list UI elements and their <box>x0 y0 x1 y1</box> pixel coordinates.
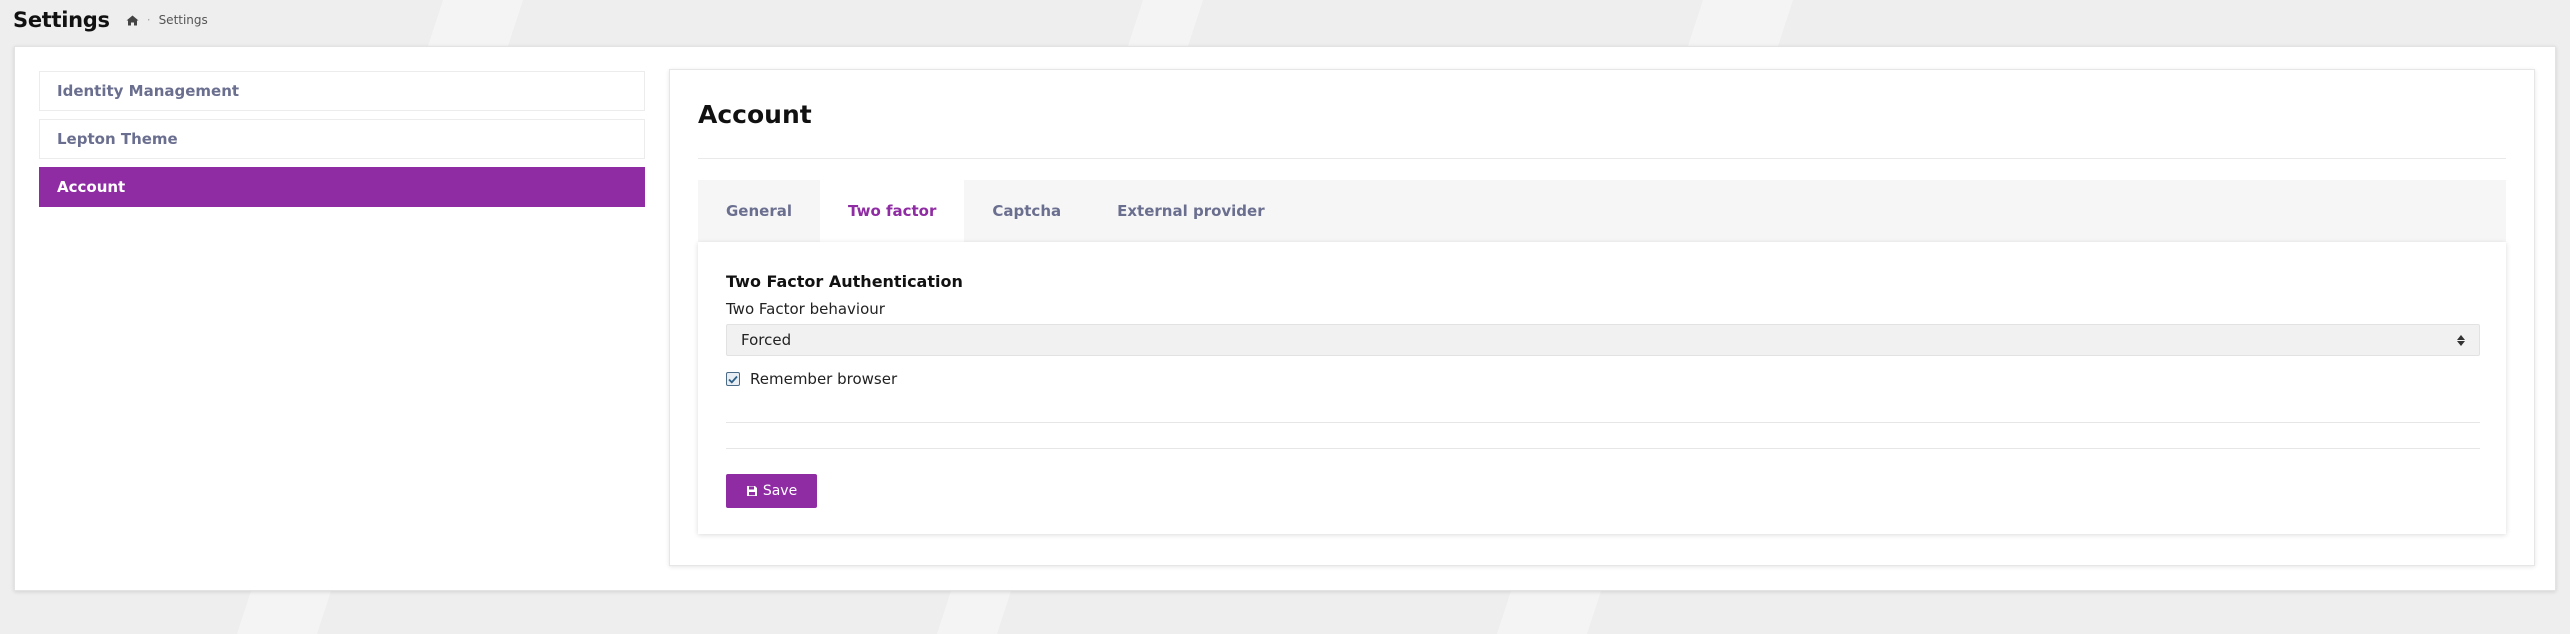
remember-browser-checkbox[interactable] <box>726 372 740 386</box>
breadcrumb-current: Settings <box>158 13 208 27</box>
tab-external-provider[interactable]: External provider <box>1089 180 1293 242</box>
tab-captcha[interactable]: Captcha <box>964 180 1089 242</box>
two-factor-behaviour-label: Two Factor behaviour <box>726 300 885 318</box>
nav-item-account[interactable]: Account <box>39 167 645 207</box>
nav-item-label: Identity Management <box>57 82 240 100</box>
save-icon <box>746 485 758 497</box>
tab-two-factor[interactable]: Two factor <box>820 180 965 242</box>
select-arrows-icon <box>2457 334 2465 346</box>
nav-item-identity-management[interactable]: Identity Management <box>39 71 645 111</box>
tabs-bar: General Two factor Captcha External prov… <box>698 180 2506 242</box>
form-divider <box>726 448 2480 449</box>
form-divider <box>726 422 2480 423</box>
title-divider <box>698 158 2506 159</box>
save-button-label: Save <box>762 483 798 499</box>
page-title: Settings <box>13 8 110 32</box>
two-factor-behaviour-select[interactable]: Forced <box>726 324 2480 356</box>
nav-item-label: Lepton Theme <box>57 130 178 148</box>
remember-browser-row: Remember browser <box>726 370 897 388</box>
settings-card: Identity Management Lepton Theme Account… <box>14 46 2556 591</box>
settings-nav: Identity Management Lepton Theme Account <box>39 71 645 215</box>
two-factor-tab-body: Two Factor Authentication Two Factor beh… <box>698 242 2506 534</box>
tab-general[interactable]: General <box>698 180 820 242</box>
breadcrumb-separator: · <box>146 13 151 27</box>
checkmark-icon <box>728 375 738 384</box>
form-heading: Two Factor Authentication <box>726 272 963 291</box>
section-title: Account <box>698 100 812 129</box>
page-header: Settings · Settings <box>0 0 2570 40</box>
nav-item-label: Account <box>57 178 126 196</box>
account-settings-panel: Account General Two factor Captcha Exter… <box>669 69 2535 566</box>
save-button[interactable]: Save <box>726 474 817 508</box>
nav-item-lepton-theme[interactable]: Lepton Theme <box>39 119 645 159</box>
remember-browser-label: Remember browser <box>750 370 898 388</box>
breadcrumb: · Settings <box>126 13 208 27</box>
home-icon[interactable] <box>126 15 139 26</box>
select-value: Forced <box>741 331 792 349</box>
